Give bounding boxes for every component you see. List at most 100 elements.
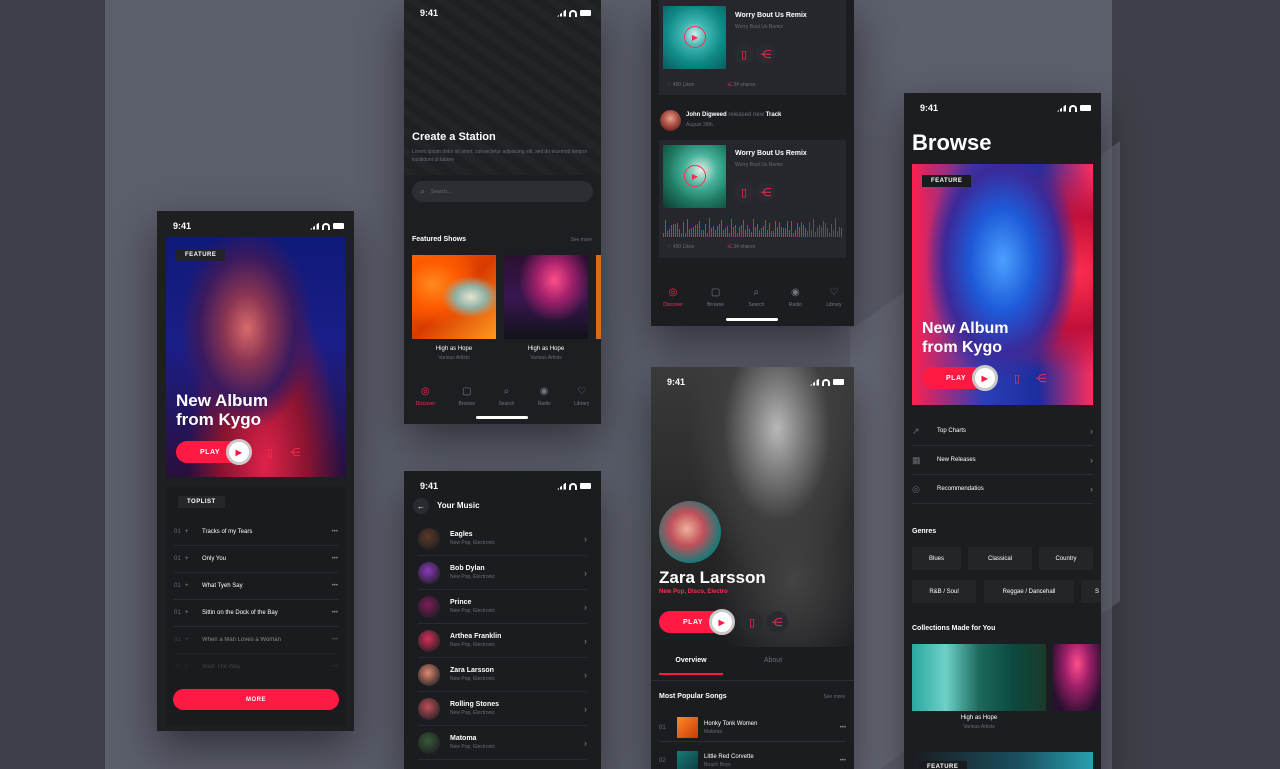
- share-icon[interactable]: ⋲: [284, 441, 306, 463]
- menu-new-releases[interactable]: ▦ New Releases ›: [912, 446, 1093, 475]
- artist-avatar: [418, 595, 440, 618]
- play-button[interactable]: PLAY ▶: [659, 609, 735, 635]
- bookmark-icon[interactable]: ▯: [734, 182, 754, 202]
- track-cover-1[interactable]: ▶: [663, 6, 726, 69]
- track-row[interactable]: 01 + Walk The Way •••: [174, 654, 338, 681]
- artist-row[interactable]: Arthea Franklin New Pop, Electronic ›: [418, 624, 587, 658]
- nav-search[interactable]: ⌕ Search: [748, 287, 764, 308]
- artist-row[interactable]: Zara Larsson New Pop, Electronic ›: [418, 658, 587, 692]
- album-hero-image[interactable]: FEATURE New Album from Kygo PLAY ▶ ▯ ⋲: [166, 237, 346, 477]
- plus-icon[interactable]: +: [185, 529, 202, 535]
- plus-icon[interactable]: +: [185, 637, 202, 643]
- share-icon[interactable]: ⋲: [756, 182, 776, 202]
- plus-icon[interactable]: +: [185, 583, 202, 589]
- song-artist: Beach Boys: [704, 762, 731, 768]
- genre-s[interactable]: S: [1081, 580, 1101, 603]
- bookmark-icon[interactable]: ▯: [741, 611, 763, 633]
- track-row[interactable]: 01 + Sittin on the Dock of the Bay •••: [174, 600, 338, 627]
- plus-icon[interactable]: +: [185, 664, 202, 670]
- search-input[interactable]: ⌕ Search...: [412, 181, 593, 202]
- waveform-bar: [757, 223, 758, 237]
- bookmark-icon[interactable]: ▯: [734, 44, 754, 64]
- more-icon[interactable]: •••: [840, 725, 846, 731]
- waveform-bar: [679, 229, 680, 237]
- more-icon[interactable]: •••: [840, 758, 846, 764]
- nav-discover[interactable]: ◎ Discover: [663, 287, 682, 308]
- back-button[interactable]: ←: [413, 498, 429, 514]
- nav-radio[interactable]: ◉ Radio: [789, 287, 802, 308]
- play-button[interactable]: PLAY ▶: [176, 439, 252, 465]
- genre-blues[interactable]: Blues: [912, 547, 961, 570]
- more-icon[interactable]: •••: [332, 637, 338, 643]
- more-icon[interactable]: •••: [332, 556, 338, 562]
- artist-info: Rolling Stones New Pop, Electronic: [450, 701, 499, 716]
- show-image-1[interactable]: [412, 255, 496, 339]
- artist-row[interactable]: Prince New Pop, Electronic ›: [418, 590, 587, 624]
- feature-tag-2: FEATURE: [918, 761, 968, 769]
- show-image-2[interactable]: [504, 255, 588, 339]
- nav-browse[interactable]: ▢ Browse: [458, 386, 475, 407]
- share-icon[interactable]: ⋲: [766, 611, 788, 633]
- nav-library[interactable]: ♡ Library: [826, 287, 841, 308]
- share-icon[interactable]: ⋲: [1030, 367, 1052, 389]
- track-row[interactable]: 01 + Only You •••: [174, 546, 338, 573]
- share-icon[interactable]: ⋲: [756, 44, 776, 64]
- genre-country[interactable]: Country: [1039, 547, 1093, 570]
- menu-top-charts[interactable]: ↗ Top Charts ›: [912, 417, 1093, 446]
- track-row[interactable]: 01 + When a Man Loves a Woman •••: [174, 627, 338, 654]
- genre-classical[interactable]: Classical: [968, 547, 1032, 570]
- see-more-link[interactable]: See more: [570, 237, 592, 243]
- nav-discover[interactable]: ◎ Discover: [416, 386, 435, 407]
- heart-icon: ♡: [667, 244, 672, 250]
- artist-avatar[interactable]: [659, 501, 721, 563]
- nav-search[interactable]: ⌕ Search: [498, 386, 514, 407]
- more-icon[interactable]: •••: [332, 610, 338, 616]
- plus-icon[interactable]: +: [185, 556, 202, 562]
- artist-name: Prince: [450, 599, 472, 606]
- collection-image-1[interactable]: [912, 644, 1046, 711]
- artist-row[interactable]: Eagles New Pop, Electronic ›: [418, 522, 587, 556]
- show-image-3[interactable]: [596, 255, 601, 339]
- see-more-link[interactable]: See more: [823, 694, 845, 700]
- status-time: 9:41: [420, 8, 439, 18]
- nav-radio[interactable]: ◉ Radio: [538, 386, 551, 407]
- more-button[interactable]: MORE: [173, 689, 339, 710]
- collection-image-2[interactable]: [1053, 644, 1101, 711]
- track-row[interactable]: 01 + Tracks of my Tears •••: [174, 519, 338, 546]
- menu-recommendations[interactable]: ◎ Recommendatios ›: [912, 475, 1093, 504]
- genre-reggae-dancehall[interactable]: Reggae / Dancehall: [984, 580, 1074, 603]
- browse-hero-image[interactable]: FEATURE New Album from Kygo PLAY ▶ ▯ ⋲: [912, 164, 1093, 405]
- feature-card-2[interactable]: FEATURE: [912, 752, 1093, 769]
- more-icon[interactable]: •••: [332, 529, 338, 535]
- track-row[interactable]: 01 + What Tyeh Say •••: [174, 573, 338, 600]
- song-row[interactable]: 02 Little Red Corvette Beach Boys •••: [659, 747, 846, 769]
- artist-row[interactable]: Bob Dylan New Pop, Electronic ›: [418, 556, 587, 590]
- more-icon[interactable]: •••: [332, 583, 338, 589]
- activity-object[interactable]: Track: [766, 112, 782, 118]
- waveform[interactable]: [663, 217, 843, 237]
- chevron-right-icon: ›: [584, 703, 587, 714]
- bookmark-icon[interactable]: ▯: [259, 441, 281, 463]
- more-icon[interactable]: •••: [332, 664, 338, 670]
- collections-title: Collections Made for You: [912, 625, 996, 632]
- plus-icon[interactable]: +: [185, 610, 202, 616]
- artist-row[interactable]: Rolling Stones New Pop, Electronic ›: [418, 692, 587, 726]
- bookmark-icon[interactable]: ▯: [1006, 367, 1028, 389]
- waveform-bar: [769, 222, 770, 237]
- tab-overview[interactable]: Overview: [659, 657, 723, 675]
- genre-rnb-soul[interactable]: R&B / Soul: [912, 580, 976, 603]
- nav-library[interactable]: ♡ Library: [574, 386, 589, 407]
- tab-about[interactable]: About: [741, 657, 805, 664]
- track-cover-2[interactable]: ▶: [663, 145, 726, 208]
- play-button[interactable]: PLAY ▶: [922, 365, 998, 391]
- waveform-bar: [675, 223, 676, 237]
- browse-title: Browse: [912, 130, 992, 155]
- artist-row[interactable]: Matoma New Pop, Electronic ›: [418, 726, 587, 760]
- nav-browse[interactable]: ▢ Browse: [707, 287, 724, 308]
- waveform-bar: [765, 219, 766, 237]
- song-row[interactable]: 01 Honky Tonk Women Matoma •••: [659, 714, 846, 742]
- waveform-bar: [759, 229, 760, 237]
- activity-user[interactable]: John Digweed: [686, 112, 727, 118]
- artist-genre: New Pop, Electronic: [450, 744, 496, 750]
- activity-avatar[interactable]: [660, 110, 681, 131]
